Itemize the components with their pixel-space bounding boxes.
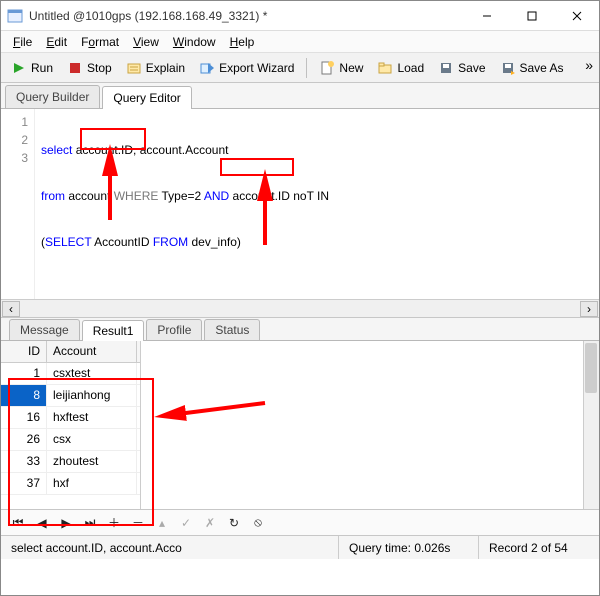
tab-result1[interactable]: Result1	[82, 320, 145, 341]
tab-status[interactable]: Status	[204, 319, 260, 340]
export-label: Export Wizard	[219, 61, 294, 75]
explain-label: Explain	[146, 61, 185, 75]
nav-next-icon[interactable]: ▶	[57, 514, 75, 532]
load-button[interactable]: Load	[371, 56, 430, 80]
table-row[interactable]: 37hxf	[1, 473, 140, 495]
stop-icon	[67, 60, 83, 76]
nav-post-icon[interactable]: ✓	[177, 514, 195, 532]
folder-icon	[377, 60, 393, 76]
nav-edit-icon[interactable]: ▴	[153, 514, 171, 532]
toolbar-sep-1	[306, 58, 307, 78]
table-row[interactable]: 33zhoutest	[1, 451, 140, 473]
nav-delete-icon[interactable]: －	[129, 514, 147, 532]
run-label: Run	[31, 61, 53, 75]
stop-button[interactable]: Stop	[61, 56, 118, 80]
explain-button[interactable]: Explain	[120, 56, 191, 80]
window-title: Untitled @1010gps (192.168.168.49_3321) …	[29, 9, 464, 23]
nav-refresh-icon[interactable]: ↻	[225, 514, 243, 532]
maximize-button[interactable]	[509, 1, 554, 31]
minimize-button[interactable]	[464, 1, 509, 31]
col-id[interactable]: ID	[1, 341, 47, 362]
query-tabs: Query Builder Query Editor	[1, 83, 599, 109]
nav-cancel-icon[interactable]: ✗	[201, 514, 219, 532]
menubar: File Edit Format View Window Help	[1, 31, 599, 53]
export-wizard-button[interactable]: Export Wizard	[193, 56, 300, 80]
export-icon	[199, 60, 215, 76]
status-query-time: Query time: 0.026s	[339, 536, 479, 559]
toolbar-overflow-icon[interactable]: »	[585, 57, 593, 73]
titlebar: Untitled @1010gps (192.168.168.49_3321) …	[1, 1, 599, 31]
grid-header: ID Account	[1, 341, 140, 363]
result-vscroll[interactable]	[583, 341, 599, 509]
table-row[interactable]: ▶8leijianhong	[1, 385, 140, 407]
col-account[interactable]: Account	[47, 341, 137, 362]
status-sql: select account.ID, account.Acco	[1, 536, 339, 559]
nav-prev-icon[interactable]: ◀	[33, 514, 51, 532]
app-icon	[7, 8, 23, 24]
saveas-icon	[500, 60, 516, 76]
result-empty-area	[141, 341, 599, 509]
menu-format[interactable]: Format	[75, 33, 125, 51]
tab-query-editor[interactable]: Query Editor	[102, 86, 191, 109]
nav-first-icon[interactable]: ⏮	[9, 514, 27, 532]
table-row[interactable]: 26csx	[1, 429, 140, 451]
nav-stop-icon[interactable]: ⦸	[249, 514, 267, 532]
saveas-button[interactable]: Save As	[494, 56, 570, 80]
toolbar: Run Stop Explain Export Wizard New Load …	[1, 53, 599, 83]
menu-window[interactable]: Window	[167, 33, 222, 51]
result-tabs: Message Result1 Profile Status	[1, 317, 599, 341]
nav-add-icon[interactable]: ＋	[105, 514, 123, 532]
play-icon	[11, 60, 27, 76]
tab-query-builder[interactable]: Query Builder	[5, 85, 100, 108]
run-button[interactable]: Run	[5, 56, 59, 80]
load-label: Load	[397, 61, 424, 75]
statusbar: select account.ID, account.Acco Query ti…	[1, 535, 599, 559]
result-panel: ID Account 1csxtest ▶8leijianhong 16hxft…	[1, 341, 599, 509]
menu-view[interactable]: View	[127, 33, 165, 51]
table-row[interactable]: 16hxftest	[1, 407, 140, 429]
tab-profile[interactable]: Profile	[146, 319, 202, 340]
scroll-left-icon[interactable]: ‹	[2, 301, 20, 317]
new-label: New	[339, 61, 363, 75]
editor-hscroll[interactable]: ‹ ›	[1, 299, 599, 317]
status-record: Record 2 of 54	[479, 536, 599, 559]
scroll-right-icon[interactable]: ›	[580, 301, 598, 317]
save-label: Save	[458, 61, 485, 75]
saveas-label: Save As	[520, 61, 564, 75]
menu-file[interactable]: File	[7, 33, 38, 51]
record-navigator: ⏮ ◀ ▶ ⏭ ＋ － ▴ ✓ ✗ ↻ ⦸	[1, 509, 599, 535]
stop-label: Stop	[87, 61, 112, 75]
menu-edit[interactable]: Edit	[40, 33, 73, 51]
close-button[interactable]	[554, 1, 599, 31]
result-grid[interactable]: ID Account 1csxtest ▶8leijianhong 16hxft…	[1, 341, 141, 509]
editor-code[interactable]: select account.ID, account.Account from …	[35, 109, 599, 299]
editor-gutter: 1 2 3	[1, 109, 35, 299]
explain-icon	[126, 60, 142, 76]
new-icon	[319, 60, 335, 76]
nav-last-icon[interactable]: ⏭	[81, 514, 99, 532]
table-row[interactable]: 1csxtest	[1, 363, 140, 385]
sql-editor[interactable]: 1 2 3 select account.ID, account.Account…	[1, 109, 599, 299]
save-button[interactable]: Save	[432, 56, 491, 80]
tab-message[interactable]: Message	[9, 319, 80, 340]
new-button[interactable]: New	[313, 56, 369, 80]
save-icon	[438, 60, 454, 76]
menu-help[interactable]: Help	[224, 33, 261, 51]
